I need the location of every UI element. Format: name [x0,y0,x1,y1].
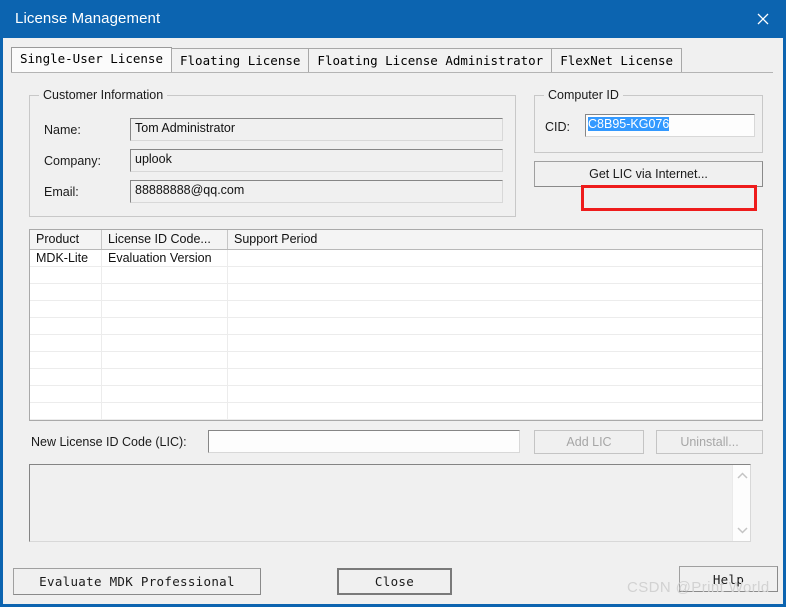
evaluate-mdk-professional-button[interactable]: Evaluate MDK Professional [13,568,261,595]
cell-empty [102,420,228,421]
message-output-box[interactable] [29,464,751,542]
table-row[interactable] [30,403,762,420]
column-header-support-period[interactable]: Support Period [228,230,762,249]
table-row[interactable] [30,318,762,335]
computer-id-title: Computer ID [544,88,623,102]
cid-field[interactable]: C8B95-KG076 [585,114,755,137]
cell-empty [102,369,228,385]
cell-empty [228,267,762,283]
tab-floating-license-administrator[interactable]: Floating License Administrator [308,48,553,72]
cell-empty [30,420,102,421]
cell-empty [102,403,228,419]
customer-information-group: Customer Information Name: Tom Administr… [29,88,516,217]
license-management-window: License Management Single-User License F… [0,0,786,607]
email-field[interactable]: 88888888@qq.com [130,180,503,203]
tab-page-single-user-license: Customer Information Name: Tom Administr… [11,72,773,460]
cell-empty [30,352,102,368]
cid-label: CID: [545,120,570,134]
chevron-up-icon[interactable] [733,467,751,485]
cell-empty [228,369,762,385]
column-header-license-id-code[interactable]: License ID Code... [102,230,228,249]
email-label: Email: [44,185,79,199]
chevron-down-icon[interactable] [733,521,751,539]
add-lic-button[interactable]: Add LIC [534,430,644,454]
cell-empty [30,267,102,283]
cell-empty [102,335,228,351]
tab-single-user-license[interactable]: Single-User License [11,47,172,72]
close-button[interactable]: Close [337,568,452,595]
company-label: Company: [44,154,101,168]
name-label: Name: [44,123,81,137]
cell-empty [228,335,762,351]
cell-empty [30,301,102,317]
computer-id-group: Computer ID CID: C8B95-KG076 [534,88,763,153]
cell-license-id-code: Evaluation Version [102,250,228,266]
cell-empty [228,420,762,421]
close-icon[interactable] [740,0,786,38]
table-row[interactable] [30,420,762,421]
cell-empty [228,386,762,402]
cell-support-period [228,250,762,266]
table-row[interactable] [30,369,762,386]
table-row[interactable] [30,386,762,403]
customer-information-title: Customer Information [39,88,168,102]
new-license-label: New License ID Code (LIC): [31,435,187,449]
cell-empty [102,352,228,368]
table-row[interactable]: MDK-Lite Evaluation Version [30,250,762,267]
get-lic-via-internet-button[interactable]: Get LIC via Internet... [534,161,763,187]
cell-empty [30,284,102,300]
table-empty-rows [30,267,762,421]
license-table-header: Product License ID Code... Support Perio… [30,230,762,250]
table-row[interactable] [30,284,762,301]
cell-empty [30,386,102,402]
tab-strip: Single-User License Floating License Flo… [11,47,683,72]
cid-value: C8B95-KG076 [588,117,670,131]
window-title: License Management [15,10,161,27]
cell-empty [228,352,762,368]
cell-empty [30,403,102,419]
cell-empty [102,318,228,334]
tab-flexnet-license[interactable]: FlexNet License [551,48,683,72]
company-field[interactable]: uplook [130,149,503,172]
help-button[interactable]: Help [679,566,778,592]
cell-empty [228,284,762,300]
table-row[interactable] [30,301,762,318]
cell-empty [228,403,762,419]
cell-empty [30,318,102,334]
table-row[interactable] [30,335,762,352]
message-scrollbar[interactable] [732,465,750,541]
cell-empty [102,386,228,402]
name-field[interactable]: Tom Administrator [130,118,503,141]
cell-empty [228,318,762,334]
cell-empty [102,301,228,317]
tab-floating-license[interactable]: Floating License [171,48,310,72]
cell-empty [102,267,228,283]
table-row[interactable] [30,267,762,284]
new-license-input[interactable] [208,430,520,453]
titlebar: License Management [0,0,786,38]
cid-annotation-rect [581,185,757,211]
cell-product: MDK-Lite [30,250,102,266]
column-header-product[interactable]: Product [30,230,102,249]
cell-empty [30,335,102,351]
cell-empty [102,284,228,300]
cell-empty [228,301,762,317]
uninstall-button[interactable]: Uninstall... [656,430,763,454]
license-table[interactable]: Product License ID Code... Support Perio… [29,229,763,421]
table-row[interactable] [30,352,762,369]
cell-empty [30,369,102,385]
